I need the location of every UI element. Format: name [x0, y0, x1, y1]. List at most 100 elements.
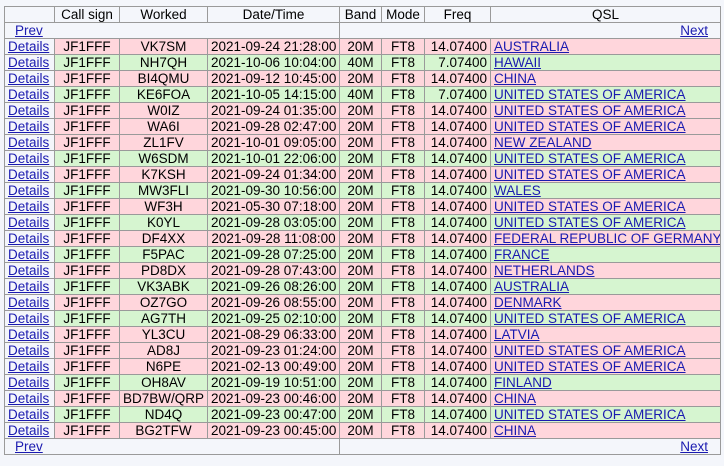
qsl-country-link[interactable]: UNITED STATES OF AMERICA: [494, 88, 686, 102]
details-link[interactable]: Details: [8, 248, 49, 262]
header-details: [4, 6, 55, 23]
qsl-country-link[interactable]: CHINA: [494, 424, 536, 438]
next-link-top[interactable]: Next: [680, 24, 708, 38]
qsl-cell: HAWAII: [490, 54, 721, 71]
details-link[interactable]: Details: [8, 296, 49, 310]
details-link[interactable]: Details: [8, 264, 49, 278]
mode-cell: FT8: [381, 150, 425, 167]
next-link-bottom[interactable]: Next: [680, 440, 708, 454]
qso-rows: Details JF1FFF VK7SM 2021-09-24 21:28:00 20M…: [4, 38, 721, 439]
details-link[interactable]: Details: [8, 120, 49, 134]
mode-cell: FT8: [381, 214, 425, 231]
qsl-country-link[interactable]: LATVIA: [494, 328, 540, 342]
details-cell: Details: [4, 294, 55, 311]
qsl-country-link[interactable]: HAWAII: [494, 56, 541, 70]
details-link[interactable]: Details: [8, 136, 49, 150]
qsl-cell: AUSTRALIA: [490, 278, 721, 295]
qsl-country-link[interactable]: UNITED STATES OF AMERICA: [494, 168, 686, 182]
details-link[interactable]: Details: [8, 72, 49, 86]
qsl-country-link[interactable]: AUSTRALIA: [494, 280, 569, 294]
datetime-cell: 2021-09-28 07:25:00: [207, 246, 340, 263]
table-row: Details JF1FFF K0YL 2021-09-28 03:05:00 20M F…: [4, 214, 721, 231]
details-link[interactable]: Details: [8, 232, 49, 246]
datetime-cell: 2021-09-24 21:28:00: [207, 38, 340, 55]
details-link[interactable]: Details: [8, 200, 49, 214]
prev-link-bottom[interactable]: Prev: [15, 440, 43, 454]
prev-link-top[interactable]: Prev: [15, 24, 43, 38]
table-row: Details JF1FFF WA6I 2021-09-28 02:47:00 20M F…: [4, 118, 721, 135]
call-sign-cell: JF1FFF: [54, 198, 120, 215]
details-link[interactable]: Details: [8, 424, 49, 438]
qsl-country-link[interactable]: NETHERLANDS: [494, 264, 595, 278]
qsl-country-link[interactable]: FRANCE: [494, 248, 550, 262]
band-cell: 20M: [339, 294, 382, 311]
freq-cell: 14.07400: [424, 390, 491, 407]
details-link[interactable]: Details: [8, 312, 49, 326]
datetime-cell: 2021-09-19 10:51:00: [207, 374, 340, 391]
call-sign-cell: JF1FFF: [54, 118, 120, 135]
details-link[interactable]: Details: [8, 56, 49, 70]
call-sign-cell: JF1FFF: [54, 70, 120, 87]
band-cell: 20M: [339, 214, 382, 231]
details-link[interactable]: Details: [8, 360, 49, 374]
freq-cell: 14.07400: [424, 230, 491, 247]
qsl-country-link[interactable]: UNITED STATES OF AMERICA: [494, 120, 686, 134]
details-link[interactable]: Details: [8, 184, 49, 198]
datetime-cell: 2021-10-01 09:05:00: [207, 134, 340, 151]
details-link[interactable]: Details: [8, 40, 49, 54]
details-link[interactable]: Details: [8, 280, 49, 294]
top-pagination-row: Prev Next: [4, 22, 721, 39]
call-sign-cell: JF1FFF: [54, 390, 120, 407]
details-link[interactable]: Details: [8, 168, 49, 182]
mode-cell: FT8: [381, 326, 425, 343]
qsl-country-link[interactable]: UNITED STATES OF AMERICA: [494, 104, 686, 118]
call-sign-cell: JF1FFF: [54, 342, 120, 359]
qsl-country-link[interactable]: UNITED STATES OF AMERICA: [494, 344, 686, 358]
qsl-country-link[interactable]: FEDERAL REPUBLIC OF GERMANY: [494, 232, 720, 246]
call-sign-cell: JF1FFF: [54, 150, 120, 167]
qsl-country-link[interactable]: UNITED STATES OF AMERICA: [494, 152, 686, 166]
qsl-country-link[interactable]: DENMARK: [494, 296, 562, 310]
freq-cell: 14.07400: [424, 326, 491, 343]
qsl-country-link[interactable]: UNITED STATES OF AMERICA: [494, 312, 686, 326]
details-cell: Details: [4, 54, 55, 71]
qsl-country-link[interactable]: NEW ZEALAND: [494, 136, 592, 150]
qsl-country-link[interactable]: AUSTRALIA: [494, 40, 569, 54]
table-row: Details JF1FFF OZ7GO 2021-09-26 08:55:00 20M…: [4, 294, 721, 311]
qsl-country-link[interactable]: WALES: [494, 184, 541, 198]
details-cell: Details: [4, 214, 55, 231]
details-link[interactable]: Details: [8, 408, 49, 422]
mode-cell: FT8: [381, 278, 425, 295]
call-sign-cell: JF1FFF: [54, 182, 120, 199]
table-row: Details JF1FFF BG2TFW 2021-09-23 00:45:00 20…: [4, 422, 721, 439]
qsl-country-link[interactable]: CHINA: [494, 72, 536, 86]
details-link[interactable]: Details: [8, 152, 49, 166]
details-link[interactable]: Details: [8, 88, 49, 102]
qsl-country-link[interactable]: FINLAND: [494, 376, 552, 390]
details-link[interactable]: Details: [8, 104, 49, 118]
header-mode: Mode: [381, 6, 425, 23]
details-link[interactable]: Details: [8, 216, 49, 230]
worked-cell: K0YL: [119, 214, 208, 231]
details-link[interactable]: Details: [8, 328, 49, 342]
qsl-country-link[interactable]: UNITED STATES OF AMERICA: [494, 216, 686, 230]
table-row: Details JF1FFF K7KSH 2021-09-24 01:34:00 20M…: [4, 166, 721, 183]
band-cell: 20M: [339, 118, 382, 135]
mode-cell: FT8: [381, 390, 425, 407]
mode-cell: FT8: [381, 102, 425, 119]
qsl-country-link[interactable]: UNITED STATES OF AMERICA: [494, 360, 686, 374]
worked-cell: BG2TFW: [119, 422, 208, 439]
details-link[interactable]: Details: [8, 376, 49, 390]
mode-cell: FT8: [381, 54, 425, 71]
call-sign-cell: JF1FFF: [54, 166, 120, 183]
band-cell: 20M: [339, 38, 382, 55]
band-cell: 20M: [339, 278, 382, 295]
worked-cell: ND4Q: [119, 406, 208, 423]
details-link[interactable]: Details: [8, 344, 49, 358]
qsl-country-link[interactable]: UNITED STATES OF AMERICA: [494, 200, 686, 214]
details-link[interactable]: Details: [8, 392, 49, 406]
qsl-country-link[interactable]: CHINA: [494, 392, 536, 406]
freq-cell: 14.07400: [424, 278, 491, 295]
qsl-country-link[interactable]: UNITED STATES OF AMERICA: [494, 408, 686, 422]
details-cell: Details: [4, 358, 55, 375]
